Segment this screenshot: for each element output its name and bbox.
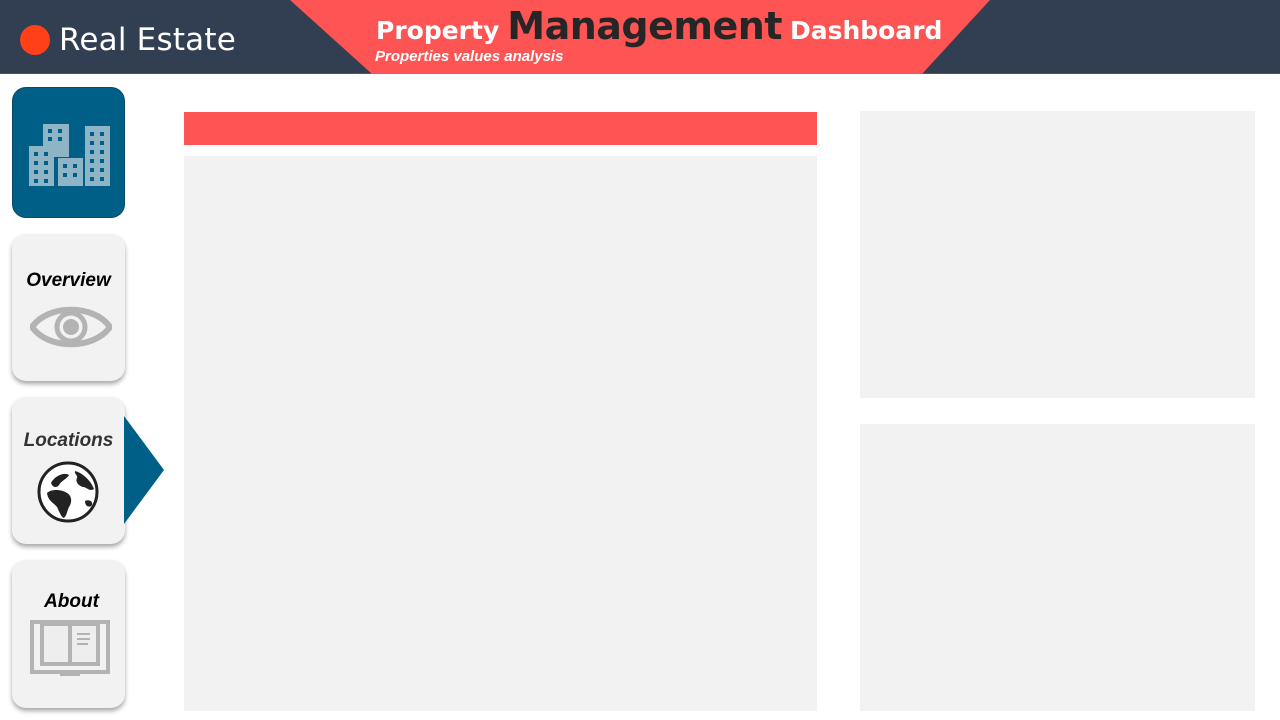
top-header: Real Estate Property Management Dashboar…	[0, 0, 1280, 74]
top-right-panel	[860, 111, 1255, 398]
nav-about-button[interactable]: About	[12, 560, 125, 708]
main-panel-header-bar	[184, 112, 817, 145]
eye-icon	[30, 306, 112, 348]
nav-locations-label: Locations	[23, 430, 114, 451]
nav-overview-label: Overview	[26, 270, 111, 291]
page-title: Property Management Dashboard	[376, 4, 942, 50]
bottom-right-panel	[860, 424, 1255, 711]
open-book-icon	[30, 620, 110, 676]
nav-overview-button[interactable]: Overview	[12, 234, 125, 381]
brand-label: Real Estate	[59, 22, 236, 58]
app-logo-tile	[12, 87, 125, 218]
city-buildings-icon	[29, 124, 110, 186]
page-subtitle: Properties values analysis	[375, 48, 564, 65]
brand-dot-icon	[20, 25, 50, 55]
active-indicator-arrow	[124, 416, 164, 524]
title-prefix: Property	[376, 16, 500, 45]
nav-about-label: About	[44, 591, 99, 612]
main-content-panel	[184, 156, 817, 711]
title-main: Management	[507, 4, 782, 48]
nav-locations-button[interactable]: Locations	[12, 397, 125, 544]
brand: Real Estate	[20, 20, 236, 60]
globe-icon	[37, 461, 99, 523]
title-suffix: Dashboard	[789, 16, 943, 45]
